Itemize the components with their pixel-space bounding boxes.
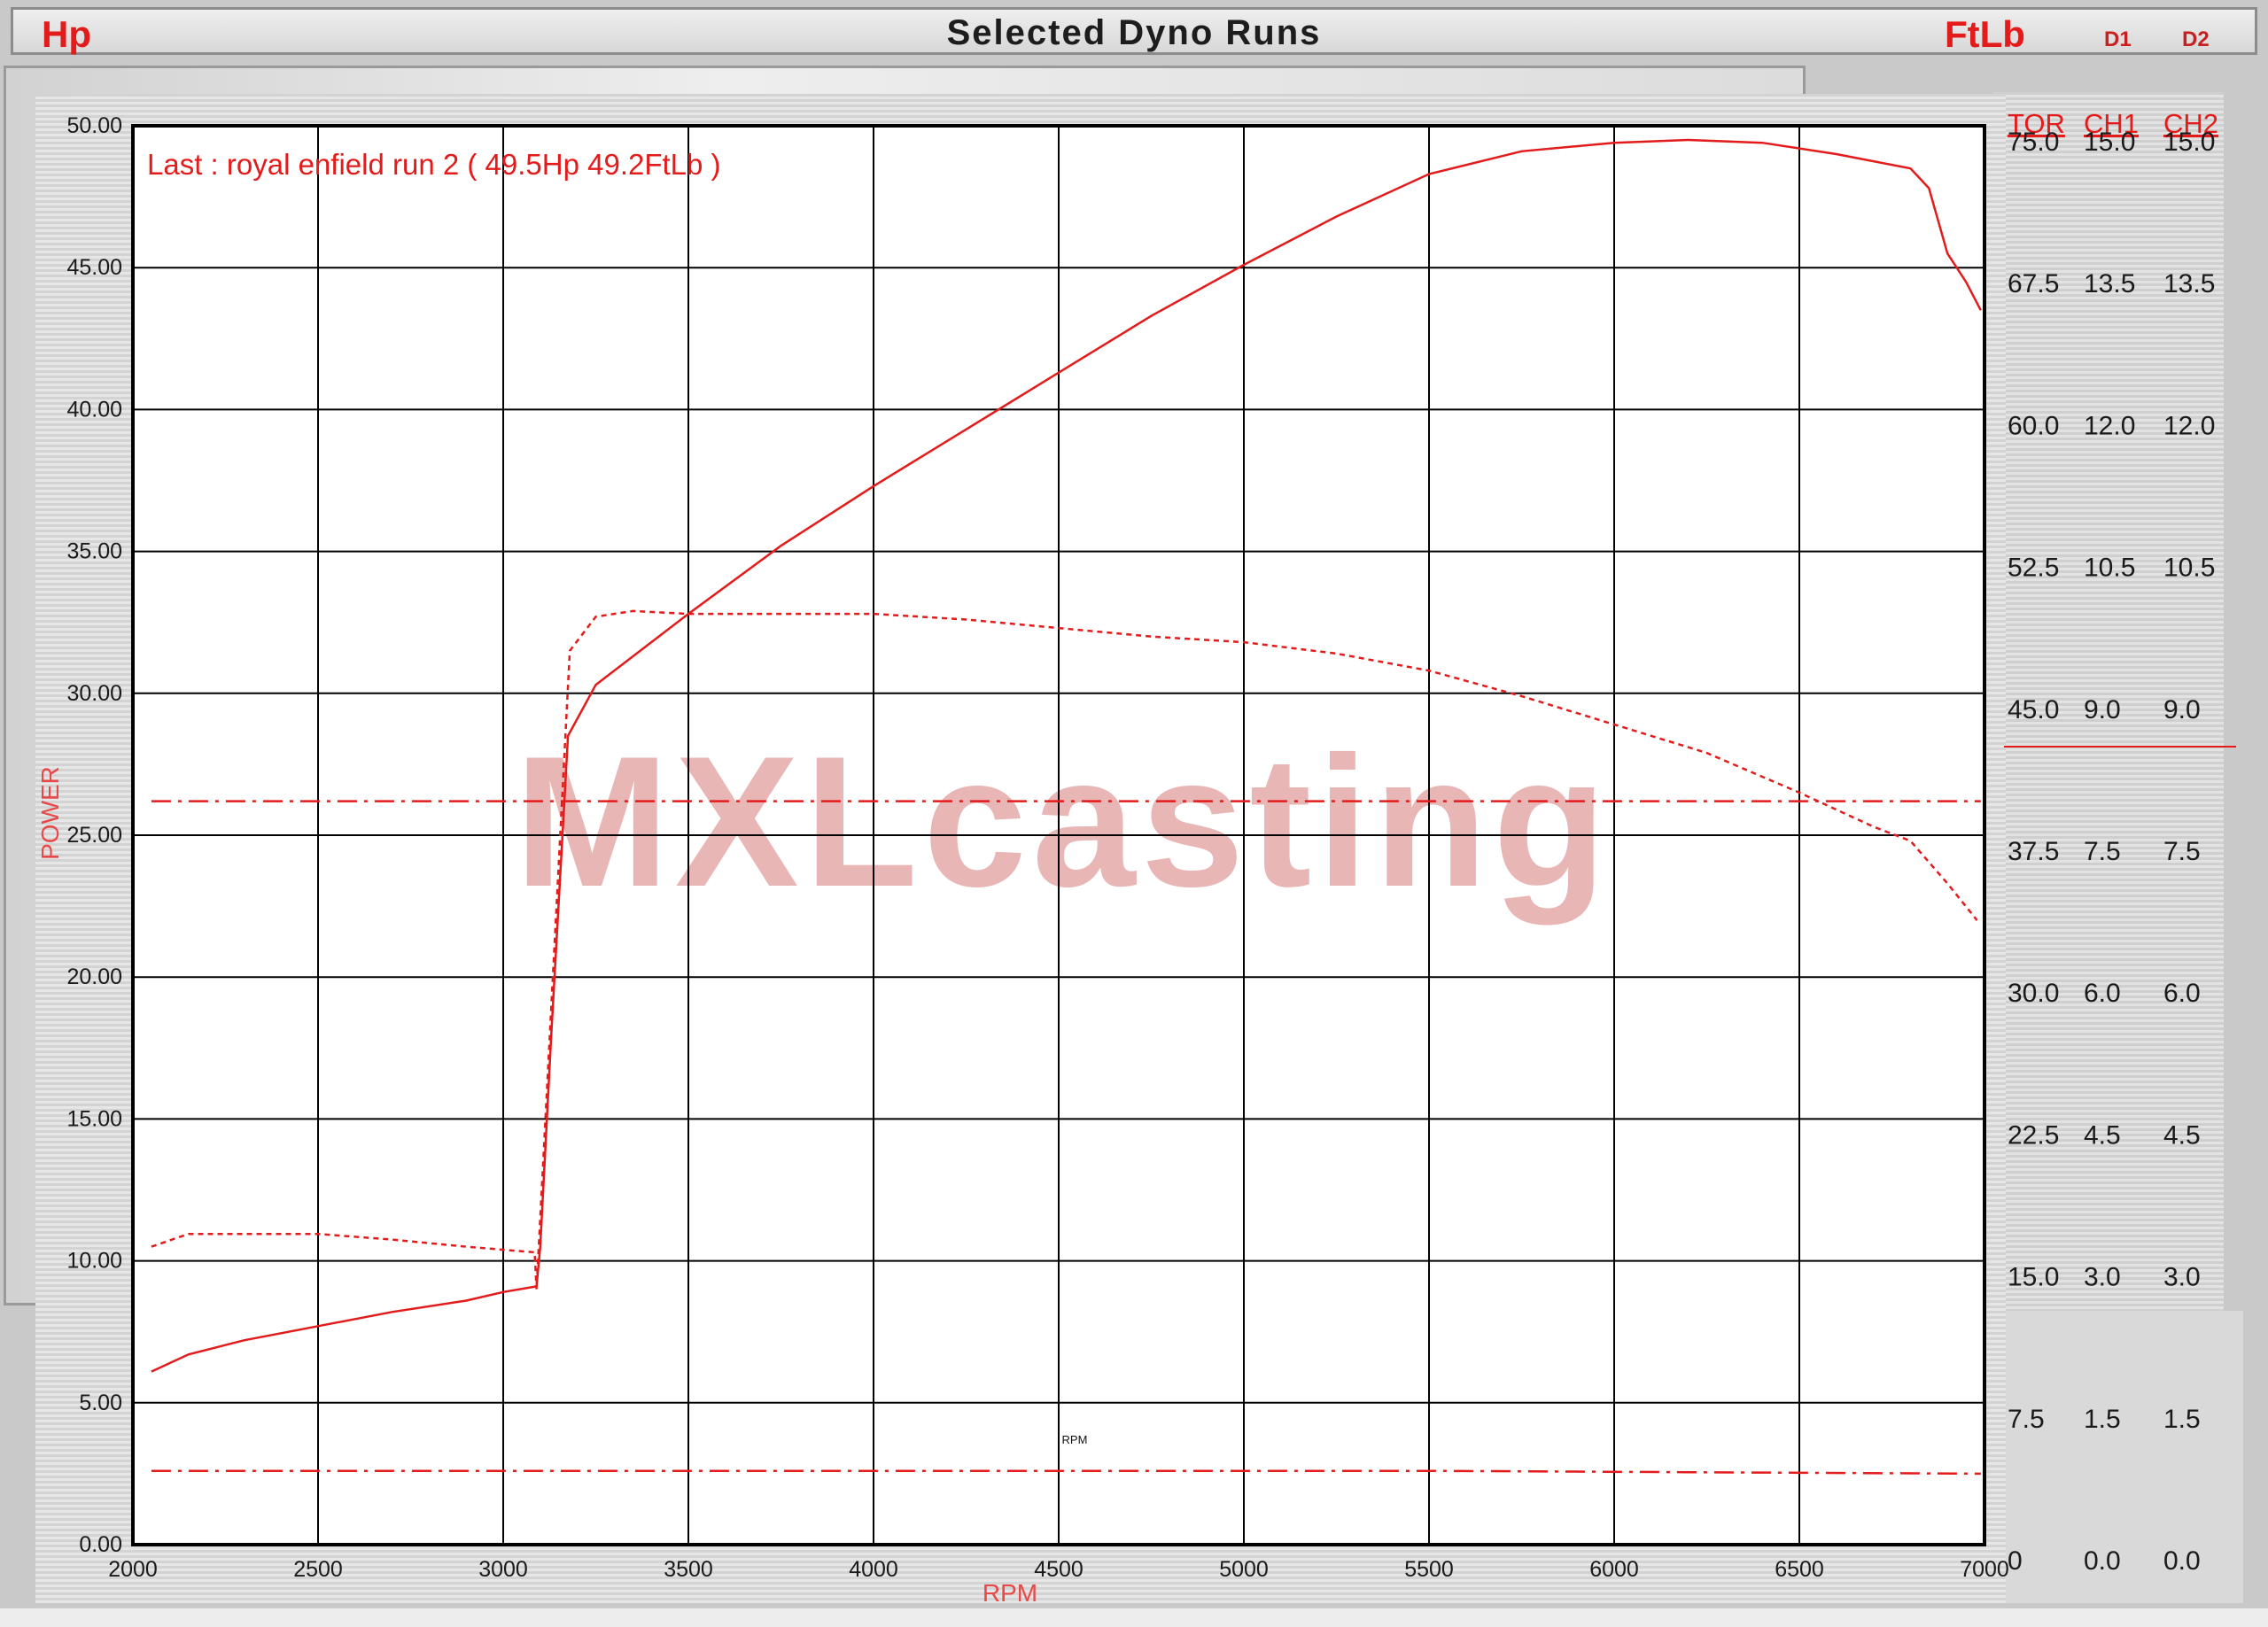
right-axis-scales: TOR75.067.560.052.545.037.530.022.515.07…: [2008, 108, 2218, 1576]
right-tick-ch2: 9.0: [2163, 695, 2201, 724]
right-tick-ch2: 7.5: [2163, 837, 2201, 866]
right-tick-tor: 0: [2008, 1546, 2023, 1576]
x-tick-label: 5000: [1219, 1557, 1269, 1582]
right-tick-ch1: 12.0: [2084, 411, 2135, 440]
y-tick-label: 10.00: [66, 1249, 122, 1274]
right-tick-ch2: 13.5: [2163, 269, 2215, 298]
right-tick-tor: 67.5: [2008, 269, 2059, 298]
y-axis-label: POWER: [36, 766, 64, 860]
dyno-chart: MXLcasting 2000 2500 3000 3500 4000 4500 5000 5…: [36, 108, 2236, 1607]
right-tick-ch2: 12.0: [2163, 411, 2215, 440]
right-tick-tor: 60.0: [2008, 411, 2059, 440]
right-tick-tor: 52.5: [2008, 554, 2059, 583]
right-tick-ch2: 0.0: [2163, 1546, 2201, 1576]
x-tick-label: 4500: [1034, 1557, 1084, 1582]
x-tick-label: 6000: [1589, 1557, 1639, 1582]
y-tick-label: 20.00: [66, 965, 122, 989]
watermark-text: MXLcasting: [515, 717, 1612, 926]
y-tick-label: 40.00: [66, 397, 122, 422]
y-tick-label: 35.00: [66, 539, 122, 564]
x-tick-label: 6500: [1775, 1557, 1824, 1582]
right-tick-tor: 75.0: [2008, 128, 2059, 157]
y-tick-label: 15.00: [66, 1106, 122, 1131]
right-tick-tor: 22.5: [2008, 1120, 2059, 1150]
right-tick-ch2: 6.0: [2163, 979, 2201, 1008]
right-tick-ch2: 3.0: [2163, 1263, 2201, 1292]
right-tick-ch1: 0.0: [2084, 1546, 2121, 1576]
rpm-marker-label: RPM: [1062, 1433, 1088, 1446]
right-tick-ch1: 13.5: [2084, 269, 2135, 298]
right-tick-ch2: 4.5: [2163, 1120, 2201, 1150]
right-tick-tor: 45.0: [2008, 695, 2059, 724]
y-tick-label: 25.00: [66, 823, 122, 848]
right-tick-ch1: 7.5: [2084, 837, 2121, 866]
x-tick-label: 5500: [1404, 1557, 1454, 1582]
right-tick-tor: 30.0: [2008, 979, 2059, 1008]
x-tick-label: 3000: [478, 1557, 528, 1582]
y-tick-label: 0.00: [79, 1532, 122, 1557]
y-tick-label: 5.00: [79, 1391, 122, 1415]
x-axis-label: RPM: [983, 1579, 1037, 1607]
right-tick-tor: 15.0: [2008, 1263, 2059, 1292]
x-tick-label: 2500: [293, 1557, 343, 1582]
x-tick-label: 7000: [1960, 1557, 2009, 1582]
x-tick-label: 3500: [664, 1557, 713, 1582]
right-tick-ch1: 15.0: [2084, 128, 2135, 157]
y-tick-label: 45.00: [66, 255, 122, 280]
right-tick-ch1: 4.5: [2084, 1120, 2121, 1150]
right-tick-tor: 37.5: [2008, 837, 2059, 866]
y-tick-label: 30.00: [66, 681, 122, 706]
right-tick-ch1: 6.0: [2084, 979, 2121, 1008]
right-tick-ch1: 3.0: [2084, 1263, 2121, 1292]
right-tick-ch2: 1.5: [2163, 1405, 2201, 1434]
right-tick-ch1: 9.0: [2084, 695, 2121, 724]
right-tick-ch1: 1.5: [2084, 1405, 2121, 1434]
right-tick-ch2: 15.0: [2163, 128, 2215, 157]
right-tick-tor: 7.5: [2008, 1405, 2045, 1434]
y-tick-label: 50.00: [66, 113, 122, 138]
right-tick-ch2: 10.5: [2163, 554, 2215, 583]
right-tick-ch1: 10.5: [2084, 554, 2135, 583]
x-tick-label: 2000: [108, 1557, 158, 1582]
run-annotation: Last : royal enfield run 2 ( 49.5Hp 49.2…: [147, 148, 721, 181]
x-tick-label: 4000: [849, 1557, 898, 1582]
